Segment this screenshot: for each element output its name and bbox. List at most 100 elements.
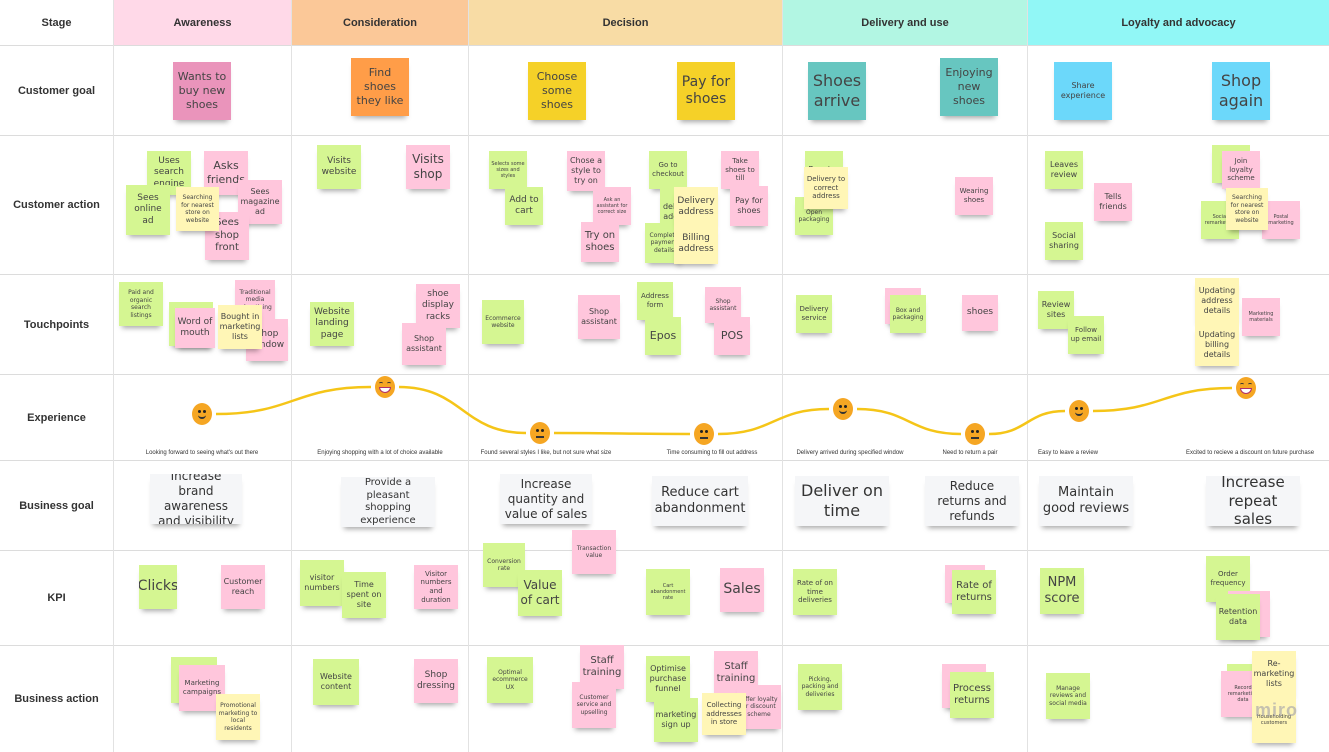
sticky-note[interactable]: Go to checkout bbox=[649, 151, 687, 189]
sticky-note[interactable]: shoe display racks bbox=[416, 284, 460, 328]
stage-delivery-and-use[interactable]: Delivery and use bbox=[783, 0, 1027, 45]
sticky-note[interactable]: Tells friends bbox=[1094, 183, 1132, 221]
miro-watermark: miro bbox=[1255, 700, 1299, 720]
emoji-happy-icon bbox=[833, 398, 853, 420]
sticky-note[interactable]: Wearing shoes bbox=[955, 177, 993, 215]
emoji-delighted-icon bbox=[375, 376, 395, 398]
sticky-note[interactable]: Shop dressing bbox=[414, 659, 458, 703]
sticky-note[interactable]: marketing sign up bbox=[654, 698, 698, 742]
sticky-note[interactable]: Shop again bbox=[1212, 62, 1270, 120]
sticky-note[interactable]: Chose a style to try on bbox=[567, 151, 605, 191]
sticky-note[interactable]: Rate of returns bbox=[952, 570, 996, 614]
sticky-note[interactable]: Sees online ad bbox=[126, 185, 170, 235]
sticky-note[interactable]: NPM score bbox=[1040, 568, 1084, 614]
sticky-note[interactable]: Word of mouth bbox=[175, 308, 215, 348]
sticky-note[interactable]: Visitor numbers and duration bbox=[414, 565, 458, 609]
sticky-note[interactable]: Paid and organic search listings bbox=[119, 282, 163, 326]
sticky-note[interactable]: Share experience bbox=[1054, 62, 1112, 120]
sticky-note[interactable]: Add to cart bbox=[505, 187, 543, 225]
stage-awareness[interactable]: Awareness bbox=[114, 0, 291, 45]
sticky-note[interactable]: Process returns bbox=[950, 672, 994, 718]
business-goal-card[interactable]: Reduce cart abandonment bbox=[652, 476, 748, 526]
sticky-note[interactable]: POS bbox=[714, 317, 750, 355]
sticky-note[interactable]: Retention data bbox=[1216, 594, 1260, 640]
sticky-note[interactable]: Time spent on site bbox=[342, 572, 386, 618]
business-goal-card[interactable]: Maintain good reviews bbox=[1039, 476, 1133, 526]
business-goal-card[interactable]: Increase brand awareness and visibility bbox=[150, 474, 242, 524]
row-divider bbox=[0, 645, 1329, 646]
stage-decision[interactable]: Decision bbox=[469, 0, 782, 45]
sticky-note[interactable]: Updating address details bbox=[1195, 278, 1239, 324]
sticky-note[interactable]: Optimise purchase funnel bbox=[646, 656, 690, 702]
sticky-note[interactable]: Optimal ecommerce UX bbox=[487, 657, 533, 703]
experience-label: Delivery arrived during specified window bbox=[796, 450, 904, 456]
sticky-note[interactable]: Cart abandonment rate bbox=[646, 569, 690, 615]
experience-label: Found several styles I like, but not sur… bbox=[480, 450, 612, 456]
sticky-note[interactable]: Manage reviews and social media bbox=[1046, 673, 1090, 719]
sticky-note[interactable]: Rate of on time deliveries bbox=[793, 569, 837, 615]
stage-loyalty-and-advocacy[interactable]: Loyalty and advocacy bbox=[1028, 0, 1329, 45]
sticky-note[interactable]: Delivery service bbox=[796, 295, 832, 333]
sticky-note[interactable]: Join loyalty scheme bbox=[1222, 151, 1260, 189]
sticky-note[interactable]: Shop assistant bbox=[578, 295, 620, 339]
sticky-note[interactable]: Find shoes they like bbox=[351, 58, 409, 116]
sticky-note[interactable]: Re-marketing lists bbox=[1252, 651, 1296, 697]
sticky-note[interactable]: Box and packaging bbox=[890, 295, 926, 333]
sticky-note[interactable]: Website landing page bbox=[310, 302, 354, 346]
sticky-note[interactable]: Pay for shoes bbox=[730, 186, 768, 226]
sticky-note[interactable]: Searching for nearest store on website bbox=[1226, 188, 1268, 230]
sticky-note[interactable]: Wants to buy new shoes bbox=[173, 62, 231, 120]
sticky-note[interactable]: Delivery to correct address bbox=[804, 167, 848, 209]
business-goal-card[interactable]: Provide a pleasant shopping experience bbox=[341, 477, 435, 527]
sticky-note[interactable]: Follow up email bbox=[1068, 316, 1104, 354]
sticky-note[interactable]: Bought in marketing lists bbox=[218, 305, 262, 349]
sticky-note[interactable]: Visits shop bbox=[406, 145, 450, 189]
experience-label: Need to return a pair bbox=[942, 450, 998, 456]
sticky-note[interactable]: Promotional marketing to local residents bbox=[216, 694, 260, 740]
sticky-note[interactable]: Epos bbox=[645, 317, 681, 355]
sticky-note[interactable]: Social sharing bbox=[1045, 222, 1083, 260]
sticky-note[interactable]: Address form bbox=[637, 282, 673, 320]
sticky-note[interactable]: Transaction value bbox=[572, 530, 616, 574]
business-goal-card[interactable]: Increase quantity and value of sales bbox=[500, 474, 592, 524]
sticky-note[interactable]: Customer service and upselling bbox=[572, 682, 616, 728]
row-divider bbox=[0, 135, 1329, 136]
row-label-business-action: Business action bbox=[14, 693, 99, 705]
sticky-note[interactable]: Delivery address bbox=[674, 187, 718, 227]
sticky-note[interactable]: Clicks bbox=[139, 565, 177, 609]
sticky-note[interactable]: Website content bbox=[313, 659, 359, 705]
sticky-note[interactable]: Searching for nearest store on website bbox=[176, 187, 219, 231]
sticky-note[interactable]: Customer reach bbox=[221, 565, 265, 609]
sticky-note[interactable]: Marketing materials bbox=[1242, 298, 1280, 336]
sticky-note[interactable]: Value of cart bbox=[518, 570, 562, 616]
sticky-note[interactable]: shoes bbox=[962, 295, 998, 331]
sticky-note[interactable]: Selects some sizes and styles bbox=[489, 151, 527, 189]
sticky-note[interactable]: Updating billing details bbox=[1195, 324, 1239, 366]
sticky-note[interactable]: Take shoes to till bbox=[721, 151, 759, 189]
stage-consideration[interactable]: Consideration bbox=[292, 0, 468, 45]
sticky-note[interactable]: visitor numbers bbox=[300, 560, 344, 606]
sticky-note[interactable]: Try on shoes bbox=[581, 222, 619, 262]
sticky-note[interactable]: Visits website bbox=[317, 145, 361, 189]
sticky-note[interactable]: Ecommerce website bbox=[482, 300, 524, 344]
sticky-note[interactable]: Billing address bbox=[674, 224, 718, 264]
sticky-note[interactable]: Choose some shoes bbox=[528, 62, 586, 120]
sticky-note[interactable]: Picking, packing and deliveries bbox=[798, 664, 842, 710]
row-label-touchpoints: Touchpoints bbox=[23, 318, 90, 331]
sticky-note[interactable]: Sales bbox=[720, 568, 764, 612]
emoji-neutral-icon bbox=[530, 422, 550, 444]
sticky-note[interactable]: Shop assistant bbox=[402, 323, 446, 365]
sticky-note[interactable]: Pay for shoes bbox=[677, 62, 735, 120]
stage-header-label: Stage bbox=[41, 16, 72, 29]
sticky-note[interactable]: Collecting addresses in store bbox=[702, 693, 746, 735]
sticky-note[interactable]: Leaves review bbox=[1045, 151, 1083, 189]
experience-label: Excited to recieve a discount on future … bbox=[1185, 450, 1315, 456]
sticky-note[interactable]: Shoes arrive bbox=[808, 62, 866, 120]
business-goal-card[interactable]: Reduce returns and refunds bbox=[925, 476, 1019, 526]
row-label-customer-goal: Customer goal bbox=[17, 84, 95, 97]
sticky-note[interactable]: Enjoying new shoes bbox=[940, 58, 998, 116]
column-divider bbox=[782, 0, 783, 752]
business-goal-card[interactable]: Deliver on time bbox=[795, 476, 889, 526]
business-goal-card[interactable]: Increase repeat sales bbox=[1206, 476, 1300, 526]
sticky-note[interactable]: Ask an assistant for correct size bbox=[593, 187, 631, 225]
